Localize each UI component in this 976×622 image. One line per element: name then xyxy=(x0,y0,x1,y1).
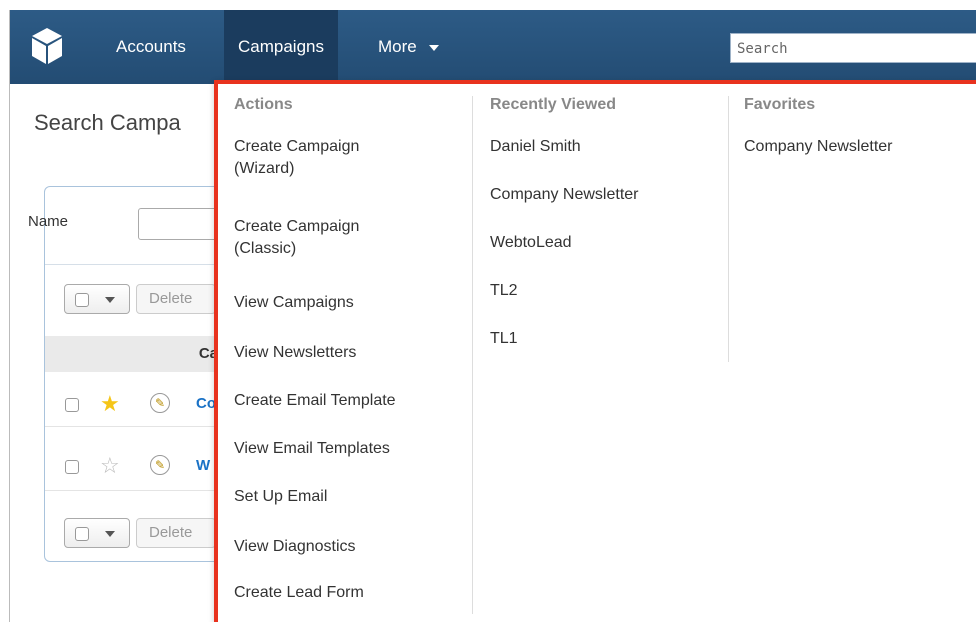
recent-item[interactable]: Daniel Smith xyxy=(490,136,581,158)
delete-button[interactable]: Delete xyxy=(136,518,216,548)
campaigns-dropdown-menu: Actions Create Campaign (Wizard) Create … xyxy=(214,80,976,622)
edit-pencil-icon[interactable]: ✎ xyxy=(150,393,170,413)
top-navbar: Accounts Campaigns More Search xyxy=(10,10,976,84)
delete-button[interactable]: Delete xyxy=(136,284,216,314)
recent-item[interactable]: TL1 xyxy=(490,328,518,350)
actions-heading: Actions xyxy=(234,96,293,113)
nav-tab-accounts[interactable]: Accounts xyxy=(102,10,200,84)
recent-item[interactable]: Company Newsletter xyxy=(490,184,639,206)
menu-item-view-email-templates[interactable]: View Email Templates xyxy=(234,438,390,460)
row-divider xyxy=(45,490,220,491)
column-divider xyxy=(728,96,729,362)
row-divider xyxy=(45,426,220,427)
row-checkbox[interactable] xyxy=(65,398,79,412)
caret-down-icon xyxy=(429,44,440,51)
favorite-item[interactable]: Company Newsletter xyxy=(744,136,893,158)
favorite-star-icon[interactable]: ☆ xyxy=(100,455,122,477)
menu-item-view-campaigns[interactable]: View Campaigns xyxy=(234,292,354,314)
cube-logo-icon[interactable] xyxy=(30,26,64,66)
nav-tab-label: More xyxy=(378,37,417,56)
name-filter-label: Name xyxy=(28,213,69,230)
nav-tab-label: Campaigns xyxy=(238,37,324,56)
menu-item-label: Create Campaign xyxy=(234,218,360,235)
checkbox-icon xyxy=(75,293,89,307)
window-left-border xyxy=(9,10,10,622)
panel-divider xyxy=(45,264,225,265)
recent-item[interactable]: TL2 xyxy=(490,280,518,302)
page-title: Search Campa xyxy=(34,110,181,135)
menu-item-create-campaign-classic[interactable]: Create Campaign (Classic) xyxy=(234,216,359,260)
menu-item-label: (Classic) xyxy=(234,240,297,257)
edit-pencil-icon[interactable]: ✎ xyxy=(150,455,170,475)
chevron-down-icon xyxy=(105,297,115,303)
record-link[interactable]: W xyxy=(196,457,210,474)
nav-tab-more[interactable]: More xyxy=(364,10,453,84)
favorite-star-icon[interactable]: ★ xyxy=(100,393,122,415)
global-search-input[interactable]: Search xyxy=(730,33,976,63)
recently-viewed-heading: Recently Viewed xyxy=(490,96,616,113)
recent-item[interactable]: WebtoLead xyxy=(490,232,572,254)
chevron-down-icon xyxy=(105,531,115,537)
mass-select-button[interactable] xyxy=(64,518,130,548)
nav-tab-campaigns[interactable]: Campaigns xyxy=(224,10,338,84)
column-header-campaign[interactable]: Ca xyxy=(45,336,220,372)
top-strip xyxy=(0,0,976,10)
search-placeholder: Search xyxy=(737,41,788,57)
menu-item-create-campaign-wizard[interactable]: Create Campaign (Wizard) xyxy=(234,136,359,180)
checkbox-icon xyxy=(75,527,89,541)
mass-select-button[interactable] xyxy=(64,284,130,314)
menu-item-label: (Wizard) xyxy=(234,160,295,177)
record-link[interactable]: Co xyxy=(196,395,216,412)
menu-item-create-lead-form[interactable]: Create Lead Form xyxy=(234,582,364,604)
menu-item-set-up-email[interactable]: Set Up Email xyxy=(234,486,327,508)
row-checkbox[interactable] xyxy=(65,460,79,474)
nav-tab-label: Accounts xyxy=(116,37,186,56)
menu-item-view-diagnostics[interactable]: View Diagnostics xyxy=(234,536,356,558)
menu-item-create-email-template[interactable]: Create Email Template xyxy=(234,390,396,412)
favorites-heading: Favorites xyxy=(744,96,816,113)
column-divider xyxy=(472,96,473,614)
menu-item-label: Create Campaign xyxy=(234,138,360,155)
menu-item-view-newsletters[interactable]: View Newsletters xyxy=(234,342,356,364)
